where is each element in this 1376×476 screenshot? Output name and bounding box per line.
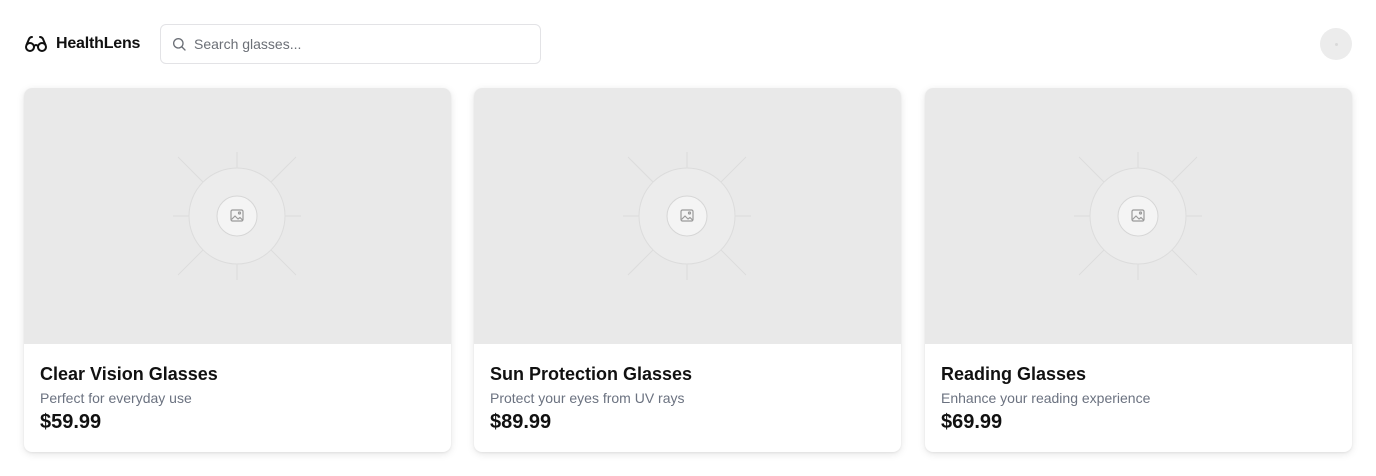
product-title[interactable]: Sun Protection Glasses <box>490 364 692 385</box>
search-input[interactable] <box>194 29 524 59</box>
product-price: $69.99 <box>941 411 1003 433</box>
product-price: $89.99 <box>490 411 552 433</box>
page: HealthLens Search glasses... Clear Visio… <box>0 0 1376 476</box>
image-placeholder-icon <box>623 152 751 280</box>
product-title[interactable]: Clear Vision Glasses <box>40 364 218 385</box>
avatar[interactable] <box>1320 28 1352 60</box>
product-card[interactable]: Clear Vision Glasses Perfect for everyda… <box>24 88 451 452</box>
product-price: $59.99 <box>40 411 102 433</box>
image-placeholder-icon <box>1074 152 1202 280</box>
product-description: Perfect for everyday use <box>40 390 192 406</box>
search-icon <box>173 38 186 51</box>
product-card[interactable]: Sun Protection Glasses Protect your eyes… <box>474 88 901 452</box>
product-image <box>24 88 451 344</box>
brand-logo[interactable]: HealthLens <box>24 32 140 56</box>
header: HealthLens <box>0 0 1376 88</box>
search-box[interactable] <box>160 24 541 64</box>
product-card[interactable]: Reading Glasses Enhance your reading exp… <box>925 88 1352 452</box>
product-image <box>474 88 901 344</box>
product-title[interactable]: Reading Glasses <box>941 364 1086 385</box>
product-image <box>925 88 1352 344</box>
image-placeholder-icon <box>173 152 301 280</box>
glasses-icon <box>25 36 47 52</box>
product-description: Protect your eyes from UV rays <box>490 390 685 406</box>
avatar-image <box>1334 42 1338 46</box>
product-description: Enhance your reading experience <box>941 390 1151 406</box>
brand-name: HealthLens <box>56 35 141 52</box>
